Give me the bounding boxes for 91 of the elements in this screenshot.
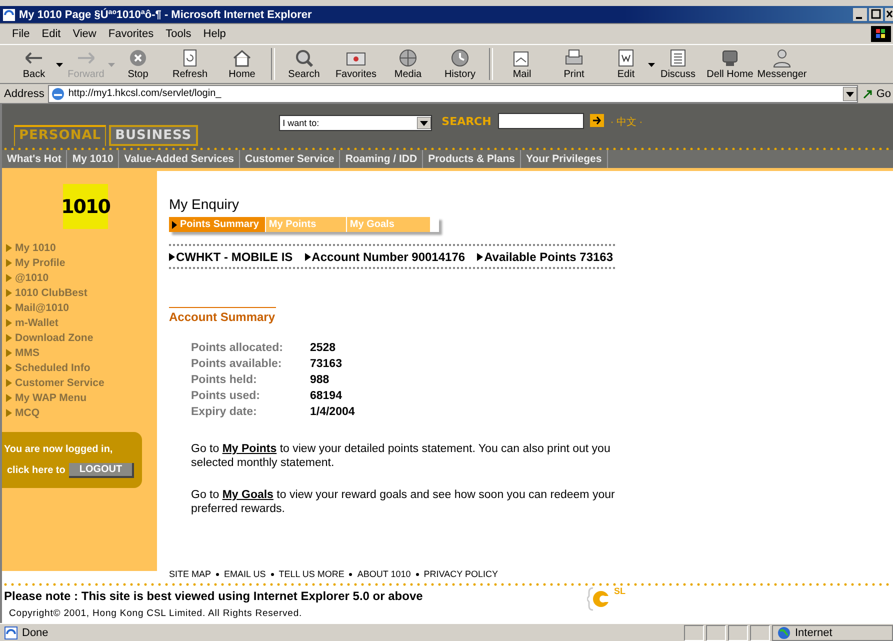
zone-text: Internet [795, 626, 832, 638]
field-label: Points available: [191, 358, 283, 370]
footer-link[interactable]: SITE MAP [169, 569, 212, 579]
status-pane [684, 624, 704, 640]
go-button[interactable]: Go [862, 88, 893, 100]
dropdown-arrow-icon[interactable] [843, 86, 858, 100]
toolbar-button[interactable]: Messenger [756, 48, 808, 80]
person-icon [771, 48, 793, 68]
toolbar-button[interactable]: Edit [600, 48, 652, 80]
footer-link[interactable]: TELL US MORE [278, 569, 344, 579]
toolbar-button[interactable]: Back [8, 48, 60, 80]
toolbar-button[interactable]: Dell Home [704, 48, 756, 80]
window-title: My 1010 Page §Úªº1010ªô-¶ - Microsoft Internet Explorer [19, 8, 313, 20]
toolbar-button[interactable]: History [434, 48, 486, 80]
nav-tab[interactable]: Value-Added Services [119, 150, 240, 168]
site-logo: 1010 [63, 184, 108, 229]
toolbar-button[interactable]: Search [278, 48, 330, 80]
globe-icon [777, 626, 791, 640]
minimize-button[interactable] [853, 8, 867, 21]
footer-link[interactable]: PRIVACY POLICY [424, 569, 498, 579]
login-message: You are now logged in, [3, 444, 114, 455]
field-value: 2528 [310, 342, 337, 354]
field-label: Points used: [191, 390, 262, 402]
stop-icon [127, 48, 149, 68]
nav-tab[interactable]: Customer Service [240, 150, 340, 168]
globe-icon [397, 48, 419, 68]
search-button[interactable] [590, 114, 604, 127]
notice-text: Please note : This site is best viewed using Internet Explorer 5.0 or above [4, 589, 424, 603]
toolbar-button[interactable]: Refresh [164, 48, 216, 80]
close-button[interactable] [885, 8, 893, 21]
nav-tab[interactable]: Your Privileges [521, 150, 608, 168]
paragraph: Go to My Points to view your detailed points statement. You can also print out you selected monthly statement. [191, 442, 612, 470]
nav-tab[interactable]: Products & Plans [423, 150, 522, 168]
bullet-arrow-icon [169, 253, 175, 261]
status-pane [728, 624, 748, 640]
bullet-arrow-icon [477, 253, 484, 261]
status-pane [706, 624, 726, 640]
footer-link[interactable]: EMAIL US [224, 569, 266, 579]
address-label: Address [4, 88, 44, 100]
maximize-button[interactable] [869, 8, 883, 21]
toolbar-button[interactable]: Mail [496, 48, 548, 80]
field-label: Points allocated: [191, 342, 284, 354]
field-value: 73163 [310, 358, 343, 370]
page-title: My Enquiry [169, 196, 240, 212]
toolbar-button[interactable]: Print [548, 48, 600, 80]
account-info: Available Points 73163 [484, 250, 614, 264]
menu-item[interactable]: View [66, 28, 102, 40]
field-value: 1/4/2004 [310, 406, 356, 418]
status-pane [750, 624, 770, 640]
field-label: Points held: [191, 374, 258, 386]
toolbar-button[interactable]: Discuss [652, 48, 704, 80]
search-field[interactable] [498, 113, 584, 129]
nav-tab[interactable]: My 1010 [67, 150, 120, 168]
menu-item[interactable]: Favorites [102, 28, 160, 40]
menu-item[interactable]: File [6, 28, 36, 40]
paragraph: Go to My Goals to view your reward goals and see how soon you can redeem your preferred rewards. [191, 488, 616, 516]
link[interactable]: My Points [222, 443, 277, 455]
menu-item[interactable]: Edit [36, 28, 67, 40]
link[interactable]: My Goals [222, 489, 274, 501]
field-value: 988 [310, 374, 330, 386]
toolbar-button[interactable]: Stop [112, 48, 164, 80]
browser-icon [2, 8, 16, 22]
account-info: CWHKT - MOBILE IS [176, 250, 293, 264]
search-icon [293, 48, 315, 68]
clock-icon [449, 48, 471, 68]
toolbar-button[interactable]: Home [216, 48, 268, 80]
logout-prompt: click here to [6, 465, 66, 476]
dropdown-arrow-icon [416, 117, 431, 129]
menu-item[interactable]: Help [197, 28, 232, 40]
footer-link[interactable]: ABOUT 1010 [357, 569, 411, 579]
status-text: Done [22, 626, 48, 638]
address-field[interactable]: http://my1.hkcsl.com/servlet/login_ [48, 84, 858, 102]
nav-tab[interactable]: Roaming / IDD [340, 150, 424, 168]
logo-text: SL [614, 586, 626, 596]
site-tab[interactable]: BUSINESS [109, 125, 198, 146]
menu-item[interactable]: Tools [160, 28, 198, 40]
bullet-arrow-icon [304, 253, 311, 261]
windows-logo-icon [871, 26, 891, 42]
arrow-icon [172, 220, 177, 228]
home-icon [231, 48, 253, 68]
nav-tab[interactable]: What's Hot [2, 150, 68, 168]
copyright-text: Copyright© 2001, Hong Kong CSL Limited. All Rights Reserved. [8, 608, 304, 619]
search-label: SEARCH [442, 115, 492, 128]
field-label: Expiry date: [191, 406, 258, 418]
go-arrow-icon [862, 88, 874, 100]
toolbar-button[interactable]: Favorites [330, 48, 382, 80]
account-info: Account Number 90014176 [312, 250, 466, 264]
dropdown[interactable]: I want to: [278, 115, 432, 131]
toolbar-button[interactable]: Media [382, 48, 434, 80]
field-value: 68194 [310, 390, 343, 402]
section-title: Account Summary [169, 307, 276, 324]
